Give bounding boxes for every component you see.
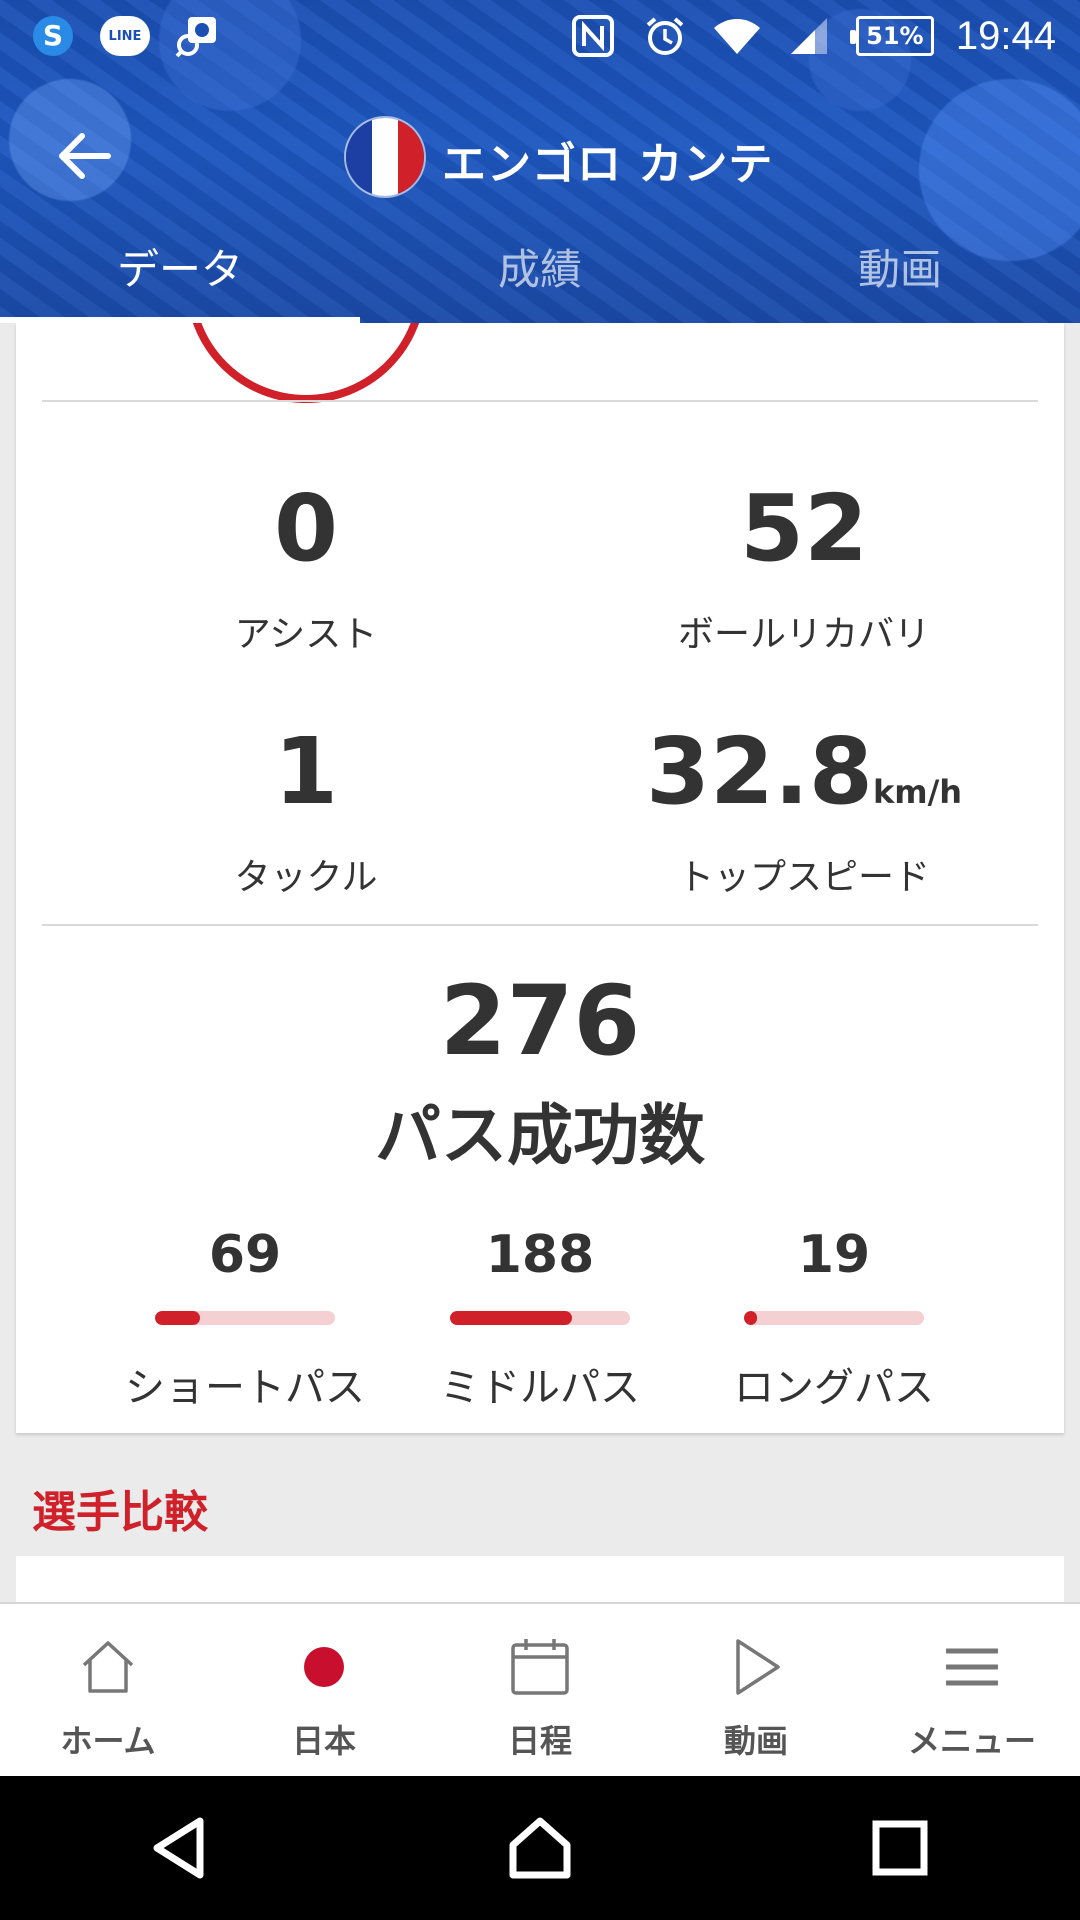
nav-schedule[interactable]: 日程 [432, 1604, 648, 1776]
middle-pass-bar [450, 1311, 630, 1325]
nav-video[interactable]: 動画 [648, 1604, 864, 1776]
nfc-icon [568, 11, 618, 61]
app-bar: エンゴロ カンテ [0, 72, 1080, 242]
tab-results[interactable]: 成績 [360, 232, 720, 323]
short-pass-bar-fill [155, 1311, 200, 1325]
tab-videos[interactable]: 動画 [720, 232, 1080, 323]
stat-top-speed: 32.8km/h トップスピード [594, 726, 1014, 900]
middle-pass-bar-fill [450, 1311, 573, 1325]
tackle-value: 1 [273, 718, 338, 825]
nav-japan-label: 日本 [291, 1722, 356, 1760]
long-pass-value: 19 [797, 1225, 871, 1285]
top-speed-label: トップスピード [677, 857, 930, 898]
nav-menu[interactable]: メニュー [864, 1604, 1080, 1776]
flag-stripe-blue [346, 118, 372, 196]
system-nav-bar [0, 1776, 1080, 1920]
nav-schedule-label: 日程 [507, 1722, 572, 1760]
battery-percent: 51% [866, 22, 924, 50]
short-pass-bar [155, 1311, 335, 1325]
pass-total-label: パス成功数 [375, 1097, 705, 1174]
tackle-label: タックル [234, 857, 378, 898]
nav-home-label: ホーム [60, 1722, 156, 1760]
home-icon [73, 1632, 143, 1702]
top-speed-unit: km/h [872, 773, 963, 811]
long-pass-bar-fill [744, 1311, 757, 1325]
tab-data[interactable]: データ [0, 232, 360, 323]
top-speed-value: 32.8km/h [594, 726, 1014, 818]
player-name: エンゴロ カンテ [442, 139, 774, 190]
svg-text:S: S [43, 19, 63, 52]
play-icon [721, 1632, 791, 1702]
calendar-icon [505, 1632, 575, 1702]
assist-label: アシスト [234, 614, 378, 655]
system-recents-icon[interactable] [855, 1803, 945, 1893]
nav-japan[interactable]: 日本 [216, 1604, 432, 1776]
bottom-nav: ホーム 日本 日程 動画 メニュー [0, 1602, 1080, 1776]
menu-icon [937, 1632, 1007, 1702]
long-pass-label: ロングパス [734, 1365, 934, 1411]
tab-bar: データ 成績 動画 [0, 232, 1080, 323]
nav-home[interactable]: ホーム [0, 1604, 216, 1776]
short-pass-label: ショートパス [125, 1365, 365, 1411]
long-pass-bar [744, 1311, 924, 1325]
stat-tackle: 1 タックル [96, 726, 516, 900]
middle-pass-value: 188 [485, 1225, 595, 1285]
battery-indicator: 51% [849, 16, 934, 56]
back-arrow-icon[interactable] [52, 124, 116, 188]
japan-flag-icon [289, 1632, 359, 1702]
ball-recovery-value: 52 [739, 475, 869, 582]
pass-total-value: 276 [439, 965, 641, 1077]
pass-long: 19 ロングパス [694, 1229, 974, 1413]
assist-value: 0 [273, 475, 338, 582]
flag-stripe-white [372, 118, 398, 196]
top-speed-number: 32.8 [645, 718, 873, 825]
player-comparison-title: 選手比較 [32, 1487, 208, 1538]
france-flag-icon [346, 118, 424, 196]
ball-recovery-label: ボールリカバリ [677, 614, 930, 655]
skype-icon: S [28, 11, 78, 61]
short-pass-value: 69 [208, 1225, 282, 1285]
alarm-icon [640, 11, 690, 61]
line-label: LINE [100, 16, 150, 56]
nav-menu-label: メニュー [907, 1722, 1036, 1760]
divider [42, 400, 1038, 402]
system-back-icon[interactable] [135, 1803, 225, 1893]
stat-assist: 0 アシスト [96, 483, 516, 657]
status-bar: S LINE 51% 19:44 [0, 0, 1080, 72]
header: S LINE 51% 19:44 エンゴロ カンテ データ 成績 動画 [0, 0, 1080, 323]
pass-short: 69 ショートパス [105, 1229, 385, 1413]
pass-middle: 188 ミドルパス [400, 1229, 680, 1413]
nav-video-label: 動画 [723, 1722, 788, 1760]
clock: 19:44 [955, 13, 1056, 58]
line-icon: LINE [100, 11, 150, 61]
middle-pass-label: ミドルパス [440, 1365, 640, 1411]
stat-ring-chart [186, 323, 426, 403]
search-notification-icon [172, 11, 222, 61]
stat-ball-recovery: 52 ボールリカバリ [594, 483, 1014, 657]
signal-icon [784, 11, 834, 61]
stats-card: 0 アシスト 52 ボールリカバリ 1 タックル 32.8km/h トップスピー… [16, 323, 1064, 1433]
flag-stripe-red [398, 118, 424, 196]
divider [42, 924, 1038, 926]
wifi-icon [712, 11, 762, 61]
system-home-icon[interactable] [495, 1803, 585, 1893]
